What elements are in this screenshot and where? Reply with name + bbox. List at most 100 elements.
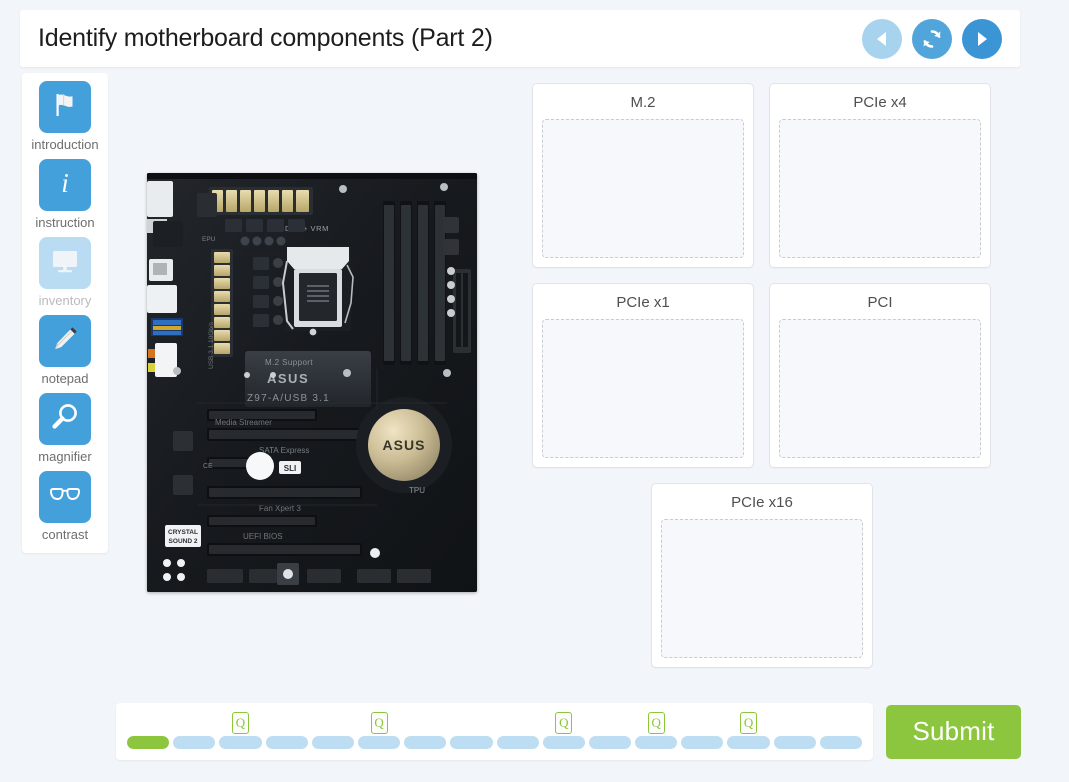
question-marker-cell [312, 710, 354, 734]
app-header: Identify motherboard components (Part 2) [20, 10, 1020, 67]
drop-zone-pcie-x16[interactable]: PCIe x16 [651, 483, 873, 668]
question-marker-cell: Q [635, 710, 677, 734]
sidebar-item-label: notepad [41, 371, 89, 386]
svg-text:SOUND 2: SOUND 2 [169, 538, 198, 545]
glasses-icon-tile [39, 471, 91, 523]
svg-text:USB 3.1 10Gb/s: USB 3.1 10Gb/s [208, 321, 215, 369]
progress-segment-row [127, 736, 862, 749]
footer-bar: Q Q Q Q Q Submit [116, 703, 1021, 760]
progress-segment[interactable] [773, 736, 816, 749]
svg-text:M.2 Support: M.2 Support [265, 358, 313, 367]
question-marker-badge[interactable]: Q [647, 712, 665, 734]
progress-tracker: QQQQQ [116, 703, 873, 760]
svg-text:i: i [61, 168, 69, 198]
question-marker-cell [820, 710, 862, 734]
svg-text:SLI: SLI [284, 464, 296, 473]
drop-zone-pci[interactable]: PCI [769, 283, 991, 468]
question-marker-cell [497, 710, 539, 734]
sidebar-item-label: instruction [35, 215, 95, 230]
progress-segment[interactable] [542, 736, 585, 749]
sidebar-item-label: inventory [38, 293, 92, 308]
motherboard-pane: DIGI+ VRM EPU M.2 Support ASUS Z97-A/USB… [118, 73, 518, 673]
flag-icon-tile [39, 81, 91, 133]
tool-sidebar: introduction i instruction inventory not… [22, 73, 108, 553]
motherboard-image[interactable]: DIGI+ VRM EPU M.2 Support ASUS Z97-A/USB… [147, 173, 477, 592]
question-marker-cell [127, 710, 169, 734]
progress-segment[interactable] [404, 736, 447, 749]
progress-segment[interactable] [127, 736, 170, 749]
question-marker-badge[interactable]: Q [231, 712, 249, 734]
sidebar-item-inventory: inventory [22, 237, 108, 309]
monitor-icon-tile [39, 237, 91, 289]
progress-segment[interactable] [265, 736, 308, 749]
question-marker-cell: Q [543, 710, 585, 734]
drop-zone-label: PCIe x16 [731, 494, 793, 511]
flag-icon [50, 90, 80, 125]
question-marker-cell [774, 710, 816, 734]
drop-zone-label: M.2 [630, 94, 656, 111]
progress-segment[interactable] [727, 736, 770, 749]
sidebar-item-instruction[interactable]: i instruction [22, 159, 108, 231]
drop-area[interactable] [779, 119, 981, 258]
pencil-icon [49, 323, 81, 360]
sidebar-item-label: introduction [31, 137, 99, 152]
simulation-app: Identify motherboard components (Part 2) [0, 0, 1069, 782]
question-marker-row: QQQQQ [127, 710, 862, 734]
info-icon: i [50, 168, 80, 203]
sidebar-item-label: magnifier [38, 449, 92, 464]
page-title: Identify motherboard components (Part 2) [38, 24, 493, 52]
next-button[interactable] [962, 18, 1002, 59]
question-marker-cell: Q [727, 710, 769, 734]
glasses-icon [48, 482, 82, 513]
progress-segment[interactable] [173, 736, 216, 749]
motherboard-graphic: DIGI+ VRM EPU M.2 Support ASUS Z97-A/USB… [147, 173, 477, 592]
drop-area[interactable] [542, 119, 744, 258]
question-marker-badge[interactable]: Q [740, 712, 758, 734]
question-marker-cell [450, 710, 492, 734]
svg-text:TPU: TPU [409, 486, 425, 495]
progress-segment[interactable] [311, 736, 354, 749]
info-icon-tile: i [39, 159, 91, 211]
question-marker-badge[interactable]: Q [555, 712, 573, 734]
progress-segment[interactable] [819, 736, 862, 749]
svg-text:Media Streamer: Media Streamer [215, 418, 272, 427]
svg-text:CE: CE [203, 463, 213, 470]
sidebar-item-introduction[interactable]: introduction [22, 81, 108, 153]
question-marker-cell [173, 710, 215, 734]
sidebar-item-notepad[interactable]: notepad [22, 315, 108, 387]
svg-text:EPU: EPU [202, 236, 216, 243]
drop-zone-label: PCI [867, 294, 893, 311]
submit-button[interactable]: Submit [886, 704, 1021, 759]
sidebar-item-contrast[interactable]: contrast [22, 471, 108, 543]
pencil-icon-tile [39, 315, 91, 367]
drop-zone-pcie-x1[interactable]: PCIe x1 [532, 283, 754, 468]
progress-segment[interactable] [496, 736, 539, 749]
monitor-icon [49, 246, 81, 281]
drop-area[interactable] [779, 319, 981, 458]
question-marker-cell [266, 710, 308, 734]
svg-text:Z97-A/USB 3.1: Z97-A/USB 3.1 [247, 393, 330, 404]
progress-segment[interactable] [450, 736, 493, 749]
drop-zone-pcie-x4[interactable]: PCIe x4 [769, 83, 991, 268]
question-marker-cell [681, 710, 723, 734]
drop-zone-label: PCIe x4 [853, 94, 907, 111]
progress-segment[interactable] [219, 736, 262, 749]
sidebar-item-magnifier[interactable]: magnifier [22, 393, 108, 465]
header-navigation [862, 18, 1002, 59]
svg-text:UEFI BIOS: UEFI BIOS [243, 532, 283, 541]
previous-button[interactable] [862, 18, 902, 59]
progress-segment[interactable] [681, 736, 724, 749]
reset-button[interactable] [912, 18, 952, 59]
progress-segment[interactable] [357, 736, 401, 749]
drop-zone-m2[interactable]: M.2 [532, 83, 754, 268]
progress-segment[interactable] [588, 736, 632, 749]
question-marker-badge[interactable]: Q [370, 712, 388, 734]
question-marker-cell [589, 710, 631, 734]
drop-area[interactable] [542, 319, 744, 458]
triangle-right-icon [971, 28, 993, 50]
magnifying-glass-icon-tile [39, 393, 91, 445]
progress-segment[interactable] [635, 736, 678, 749]
drop-area[interactable] [661, 519, 863, 658]
magnifying-glass-icon [49, 401, 81, 438]
question-marker-cell: Q [358, 710, 400, 734]
